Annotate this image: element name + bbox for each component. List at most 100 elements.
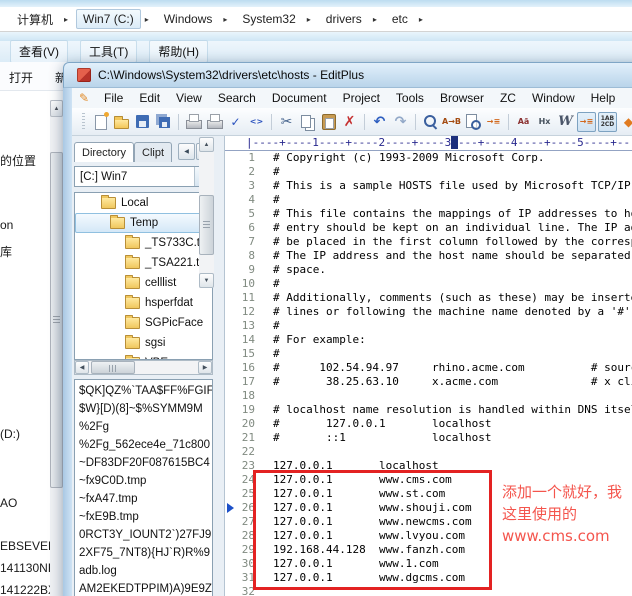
chevron-right-icon[interactable]: ▸ xyxy=(303,15,315,24)
breadcrumb-label[interactable]: etc xyxy=(385,9,415,29)
file-list-item[interactable]: ~DF83DF20F087615BC4 xyxy=(75,454,212,472)
replace-icon[interactable]: A→B xyxy=(442,112,461,132)
explorer-nav-item[interactable]: 的位置 xyxy=(0,152,36,169)
tree-item[interactable]: sgsi xyxy=(75,333,212,353)
print-preview-icon[interactable] xyxy=(184,112,203,132)
file-list-item[interactable]: %2Fg_562ece4e_71c800 xyxy=(75,436,212,454)
open-button[interactable]: 打开 xyxy=(9,69,33,86)
editplus-menu-item[interactable]: Tools xyxy=(388,89,432,107)
find-icon[interactable] xyxy=(421,112,440,132)
breadcrumb-label[interactable]: drivers xyxy=(319,9,369,29)
separator[interactable] xyxy=(412,112,419,132)
auto-completion-toggle-icon[interactable]: 1AB 2CD xyxy=(598,112,617,132)
save-icon[interactable] xyxy=(133,112,152,132)
editplus-menu-item[interactable]: Help xyxy=(583,89,624,107)
find-in-files-icon[interactable] xyxy=(463,112,482,132)
tree-item[interactable]: SGPicFace xyxy=(75,313,212,333)
breadcrumb-item[interactable]: Windows ▸ xyxy=(155,7,234,31)
editplus-menu-item[interactable]: ZC xyxy=(492,89,524,107)
tree-horizontal-scrollbar[interactable]: ◀ ▶ xyxy=(74,360,213,375)
scroll-up-icon[interactable]: ▲ xyxy=(50,100,63,117)
open-folder-icon[interactable] xyxy=(112,112,131,132)
tree-horizontal-scrollbar-thumb[interactable] xyxy=(91,361,135,374)
editor-area[interactable]: |----+----1----+----2----+----3----+----… xyxy=(224,136,632,596)
file-list-item[interactable]: 0RCT3Y_IOUNT2`)27FJ9 xyxy=(75,526,212,544)
cut-icon[interactable]: ✂ xyxy=(277,112,296,132)
editplus-menu-item[interactable]: Search xyxy=(210,89,264,107)
file-list-item[interactable]: AM2EKEDTPPIM)A)9E9Z xyxy=(75,580,212,596)
new-document-icon[interactable] xyxy=(91,112,110,132)
word-count-icon[interactable]: W xyxy=(556,112,575,132)
separator[interactable] xyxy=(361,112,368,132)
chevron-right-icon[interactable]: ▸ xyxy=(219,15,231,24)
tree-scrollbar[interactable]: ▲ ▼ xyxy=(199,137,214,288)
separator[interactable] xyxy=(175,112,182,132)
scroll-left-icon[interactable]: ◀ xyxy=(75,361,89,374)
undo-icon[interactable]: ↶ xyxy=(370,112,389,132)
copy-icon[interactable] xyxy=(298,112,317,132)
tab-scroll-left-icon[interactable]: ◀ xyxy=(178,143,195,160)
case-convert-icon[interactable]: Aā xyxy=(514,112,533,132)
file-list-item[interactable]: $QK]QZ%`TAA$FF%FGIF xyxy=(75,382,212,400)
html-tags-icon[interactable]: <> xyxy=(247,112,266,132)
explorer-nav-item[interactable]: AO xyxy=(0,496,17,510)
tree-item[interactable]: VBE xyxy=(75,353,212,360)
breadcrumb-item[interactable]: etc ▸ xyxy=(383,7,429,31)
tree-item[interactable]: _TS733C.t xyxy=(75,233,212,253)
print-icon[interactable] xyxy=(205,112,224,132)
file-list-item[interactable]: ~fxE9B.tmp xyxy=(75,508,212,526)
separator[interactable] xyxy=(268,112,275,132)
tree-item[interactable]: celllist xyxy=(75,273,212,293)
file-list-item[interactable]: adb.log xyxy=(75,562,212,580)
editplus-menu-item[interactable]: View xyxy=(168,89,210,107)
explorer-nav-item[interactable]: on xyxy=(0,218,13,232)
tree-item[interactable]: hsperfdat xyxy=(75,293,212,313)
breadcrumb-label[interactable]: System32 xyxy=(235,9,302,29)
spell-check-icon[interactable]: ✓ xyxy=(226,112,245,132)
scroll-down-icon[interactable]: ▼ xyxy=(199,273,214,288)
breadcrumb-item[interactable]: System32 ▸ xyxy=(233,7,316,31)
tab-cliptext[interactable]: Clipt xyxy=(134,142,172,162)
redo-icon[interactable]: ↷ xyxy=(391,112,410,132)
breadcrumb-label[interactable]: Windows xyxy=(157,9,220,29)
tree-scrollbar-thumb[interactable] xyxy=(199,195,214,255)
file-list-item[interactable]: $W}[D)(8]~$%SYMM9M xyxy=(75,400,212,418)
file-list-item[interactable]: ~fxA47.tmp xyxy=(75,490,212,508)
breadcrumb-label[interactable]: Win7 (C:) xyxy=(76,9,141,29)
editplus-menu-item[interactable]: Project xyxy=(335,89,388,107)
breadcrumb-item[interactable]: 计算机 ▸ xyxy=(8,6,74,33)
editplus-menu-item[interactable]: Edit xyxy=(131,89,168,107)
scroll-up-icon[interactable]: ▲ xyxy=(199,137,214,152)
line-wrap-toggle-icon[interactable]: →≡ xyxy=(577,112,596,132)
breadcrumb-label[interactable]: 计算机 xyxy=(10,8,60,31)
tree-item[interactable]: Temp xyxy=(75,213,212,233)
drive-select[interactable]: [C:] Win7 ▼ xyxy=(74,166,213,187)
editplus-menu-item[interactable]: File xyxy=(96,89,131,107)
editplus-menu-item[interactable]: Window xyxy=(524,89,583,107)
chevron-right-icon[interactable]: ▸ xyxy=(60,15,72,24)
paste-icon[interactable] xyxy=(319,112,338,132)
tree-item[interactable]: Local xyxy=(75,193,212,213)
explorer-menu-item[interactable]: 查看(V) xyxy=(10,40,68,63)
explorer-nav-item[interactable]: (D:) xyxy=(0,427,20,441)
save-all-icon[interactable] xyxy=(154,112,173,132)
delete-icon[interactable]: ✗ xyxy=(340,112,359,132)
explorer-nav-item[interactable]: 141222BX xyxy=(0,583,56,596)
breadcrumb-item[interactable]: Win7 (C:) ▸ xyxy=(74,7,155,31)
file-list[interactable]: $QK]QZ%`TAA$FF%FGIF$W}[D)(8]~$%SYMM9M %2F… xyxy=(74,379,213,596)
file-list-item[interactable]: 2XF75_7NT8){HJ`R)R%9 xyxy=(75,544,212,562)
breadcrumb-item[interactable]: drivers ▸ xyxy=(317,7,383,31)
explorer-menu-item[interactable]: 帮助(H) xyxy=(149,40,208,63)
directory-tree[interactable]: Local Temp _TS733C.t _TSA221.t c xyxy=(74,192,213,360)
separator[interactable] xyxy=(505,112,512,132)
tree-item[interactable]: _TSA221.t xyxy=(75,253,212,273)
chevron-right-icon[interactable]: ▸ xyxy=(369,15,381,24)
clipped-tool-icon[interactable]: ◆ xyxy=(619,112,632,132)
goto-line-icon[interactable]: →≡ xyxy=(484,112,503,132)
explorer-scrollbar-thumb[interactable] xyxy=(50,152,63,488)
editplus-menu-item[interactable]: Document xyxy=(264,89,335,107)
address-bar[interactable]: 计算机 ▸ Win7 (C:) ▸ Windows ▸ System32 ▸ d… xyxy=(0,7,632,32)
chevron-right-icon[interactable]: ▸ xyxy=(141,15,153,24)
tab-directory[interactable]: Directory xyxy=(74,142,134,162)
explorer-nav-item[interactable]: 141130NF xyxy=(0,561,55,575)
